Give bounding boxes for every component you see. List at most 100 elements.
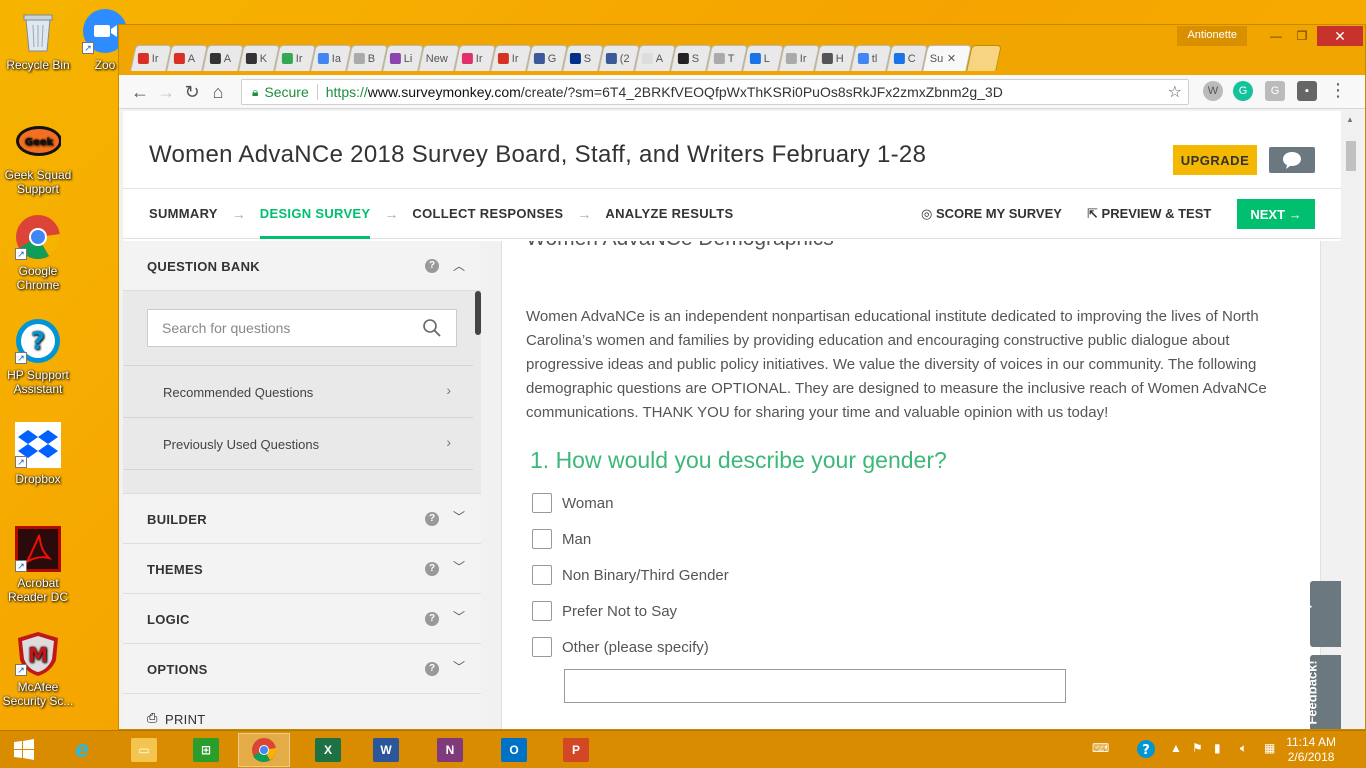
profile-name[interactable]: Antionette	[1177, 26, 1247, 46]
chevron-down-icon[interactable]: ﹀	[453, 508, 465, 525]
survey-title[interactable]: Women AdvaNCe 2018 Survey Board, Staff, …	[149, 141, 926, 169]
builder-section[interactable]: BUILDER ? ﹀	[123, 493, 481, 543]
taskbar-powerpoint[interactable]: P	[550, 733, 602, 767]
checkbox[interactable]	[532, 637, 552, 657]
address-bar[interactable]: 🔒︎ Secure https://www.surveymonkey.com/c…	[241, 79, 1189, 105]
help-side-tab[interactable]: Help!	[1297, 581, 1341, 647]
chevron-down-icon[interactable]: ﹀	[453, 558, 465, 575]
chevron-down-icon[interactable]: ﹀	[453, 658, 465, 675]
desktop-icon-recycle-bin[interactable]: Recycle Bin	[2, 8, 74, 72]
question-bank-row-partial[interactable]	[123, 469, 473, 493]
desktop-icon-mcafee[interactable]: M ↗ McAfee Security Sc...	[2, 630, 74, 708]
feedback-chat-button[interactable]	[1269, 147, 1315, 173]
themes-section[interactable]: THEMES ? ﹀	[123, 543, 481, 593]
feedback-side-tab[interactable]: Feedback!	[1305, 655, 1341, 729]
close-tab-icon[interactable]: ✕	[947, 52, 956, 65]
taskbar-onenote[interactable]: N	[424, 733, 476, 767]
browser-tab[interactable]: K	[238, 45, 280, 71]
browser-tab[interactable]: C	[886, 45, 928, 71]
browser-tab[interactable]: Li	[382, 45, 424, 71]
grammarly-icon[interactable]: G	[1233, 81, 1253, 101]
desktop-icon-google-chrome[interactable]: ↗ Google Chrome	[2, 214, 74, 292]
search-input[interactable]: Search for questions	[147, 309, 457, 347]
page-scrollbar[interactable]: ▲	[1343, 111, 1359, 729]
browser-tab[interactable]: L	[742, 45, 784, 71]
action-center-flag-icon[interactable]: ⚑	[1192, 741, 1203, 768]
browser-tab[interactable]: A	[166, 45, 208, 71]
browser-tab[interactable]: A	[634, 45, 676, 71]
desktop-icon-geek-squad[interactable]: Geek Geek Squad Support	[2, 118, 74, 196]
taskbar-outlook[interactable]: O	[488, 733, 540, 767]
battery-icon[interactable]: ▮	[1214, 741, 1221, 768]
option-other[interactable]: Other (please specify)	[532, 637, 709, 657]
browser-tab[interactable]: H	[814, 45, 856, 71]
chevron-up-icon[interactable]: ︿	[453, 257, 465, 274]
taskbar-file-explorer[interactable]: ▭	[118, 733, 170, 767]
option-woman[interactable]: Woman	[532, 493, 613, 513]
browser-tab[interactable]: Ir	[130, 45, 172, 71]
browser-tab[interactable]: Ir	[454, 45, 496, 71]
taskbar-chrome[interactable]	[238, 733, 290, 767]
taskbar-word[interactable]: W	[360, 733, 412, 767]
taskbar-excel[interactable]: X	[302, 733, 354, 767]
print-button[interactable]: ⎙ PRINT	[123, 693, 481, 729]
network-icon[interactable]: ▦	[1264, 741, 1275, 768]
step-summary[interactable]: SUMMARY	[149, 189, 218, 239]
option-non-binary[interactable]: Non Binary/Third Gender	[532, 565, 729, 585]
browser-tab[interactable]: S	[562, 45, 604, 71]
logic-section[interactable]: LOGIC ? ﹀	[123, 593, 481, 643]
help-icon[interactable]: ?	[425, 512, 439, 526]
taskbar-clock[interactable]: 11:14 AM 2/6/2018	[1286, 735, 1336, 765]
browser-tab[interactable]: (2	[598, 45, 640, 71]
browser-tab[interactable]: Ir	[490, 45, 532, 71]
browser-tab[interactable]: Ir	[274, 45, 316, 71]
start-button[interactable]	[0, 733, 48, 767]
help-tray-icon[interactable]: ?	[1136, 739, 1156, 768]
step-collect-responses[interactable]: COLLECT RESPONSES	[412, 189, 563, 239]
question-title[interactable]: 1. How would you describe your gender?	[530, 447, 947, 474]
url-text[interactable]: https://www.surveymonkey.com/create/?sm=…	[318, 84, 1003, 100]
question-bank-header[interactable]: QUESTION BANK ? ︿	[123, 241, 481, 291]
extension-w-icon[interactable]: W	[1203, 81, 1223, 101]
browser-tab[interactable]: tl	[850, 45, 892, 71]
survey-intro-text[interactable]: Women AdvaNCe is an independent nonparti…	[526, 305, 1302, 425]
extension-g-icon[interactable]: G	[1265, 81, 1285, 101]
help-icon[interactable]: ?	[425, 612, 439, 626]
option-prefer-not-to-say[interactable]: Prefer Not to Say	[532, 601, 677, 621]
checkbox[interactable]	[532, 565, 552, 585]
checkbox[interactable]	[532, 529, 552, 549]
help-icon[interactable]: ?	[425, 259, 439, 273]
survey-page-title[interactable]: Women AdvaNCe Demographics	[526, 241, 834, 251]
recommended-questions-row[interactable]: Recommended Questions ›	[123, 365, 473, 417]
browser-tab[interactable]: B	[346, 45, 388, 71]
help-icon[interactable]: ?	[425, 562, 439, 576]
checkbox[interactable]	[532, 601, 552, 621]
forward-icon[interactable]: →	[153, 79, 179, 105]
upgrade-button[interactable]: UPGRADE	[1173, 145, 1257, 175]
desktop-icon-acrobat[interactable]: ↗ Acrobat Reader DC	[2, 526, 74, 604]
preview-test-link[interactable]: ⇱ PREVIEW & TEST	[1087, 189, 1211, 239]
chrome-menu-icon[interactable]: ⋮	[1329, 80, 1347, 101]
checkbox[interactable]	[532, 493, 552, 513]
extension-note-icon[interactable]: ▪	[1297, 81, 1317, 101]
taskbar-internet-explorer[interactable]: e	[56, 733, 108, 767]
volume-icon[interactable]: 🔈︎	[1240, 741, 1247, 768]
minimize-button[interactable]: —	[1263, 26, 1289, 46]
reload-icon[interactable]: ↻	[179, 79, 205, 105]
previously-used-questions-row[interactable]: Previously Used Questions ›	[123, 417, 473, 469]
chevron-down-icon[interactable]: ﹀	[453, 608, 465, 625]
browser-tab[interactable]: A	[202, 45, 244, 71]
taskbar-store[interactable]: ⊞	[180, 733, 232, 767]
close-window-button[interactable]: ✕	[1317, 26, 1363, 46]
browser-tab[interactable]: Ir	[778, 45, 820, 71]
home-icon[interactable]: ⌂	[205, 79, 231, 105]
browser-tab[interactable]: New	[418, 45, 460, 71]
keyboard-icon[interactable]: ⌨	[1092, 741, 1109, 768]
other-specify-input[interactable]	[564, 669, 1066, 703]
back-icon[interactable]: ←	[127, 79, 153, 105]
next-button[interactable]: NEXT →	[1237, 199, 1315, 229]
scroll-up-icon[interactable]: ▲	[1346, 115, 1354, 124]
step-analyze-results[interactable]: ANALYZE RESULTS	[605, 189, 733, 239]
maximize-button[interactable]: ❐	[1289, 26, 1315, 46]
scrollbar-thumb[interactable]	[1346, 141, 1356, 171]
